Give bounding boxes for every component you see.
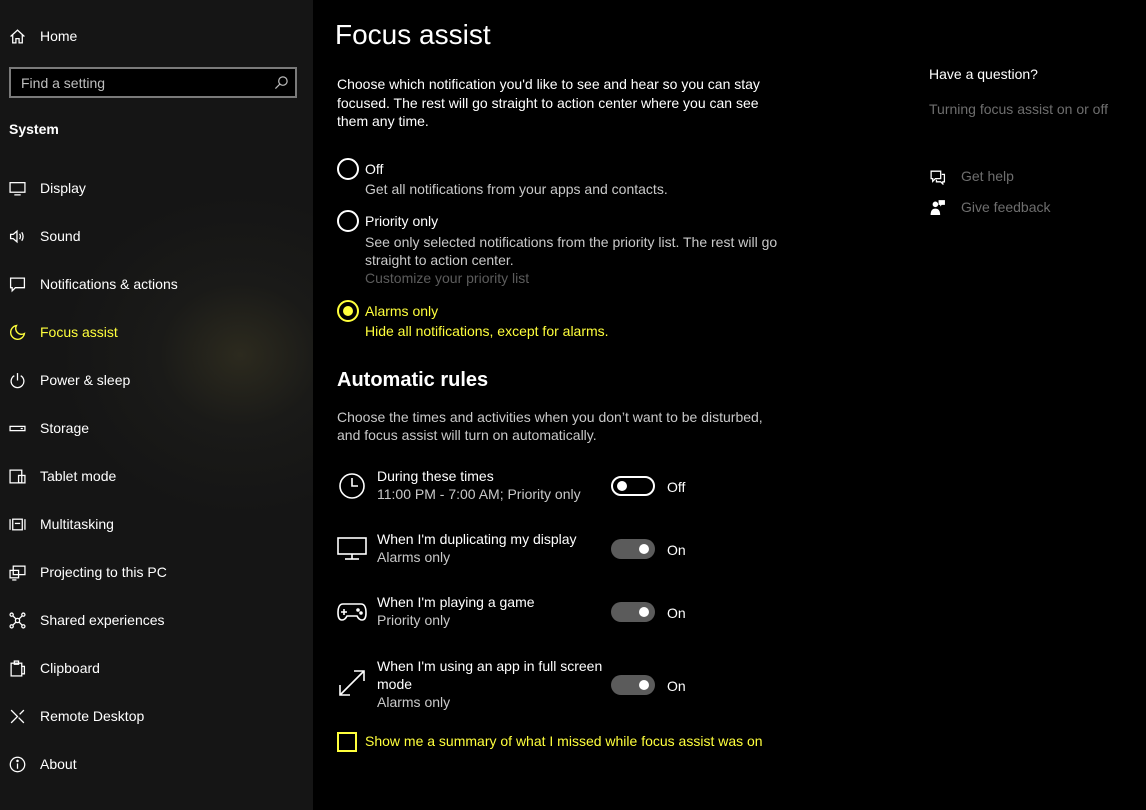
sidebar-item-label: Projecting to this PC (40, 564, 167, 580)
sidebar-item-multitasking[interactable]: Multitasking (0, 504, 313, 544)
rule-times-state: Off (667, 479, 686, 495)
rule-times-toggle[interactable] (611, 476, 655, 496)
sidebar-item-label: Power & sleep (40, 372, 131, 388)
sidebar-item-label: Sound (40, 228, 81, 244)
get-help-link[interactable]: Get help (929, 166, 1014, 186)
page-description: Choose which notification you'd like to … (337, 76, 760, 129)
sidebar-item-label: Notifications & actions (40, 276, 178, 292)
sidebar-item-about[interactable]: About (0, 744, 313, 784)
storage-icon (8, 419, 26, 437)
projecting-icon (8, 563, 26, 581)
sidebar-item-label: Home (40, 28, 78, 44)
page-title: Focus assist (335, 19, 491, 50)
sidebar-item-power-sleep[interactable]: Power & sleep (0, 360, 313, 400)
clipboard-icon (8, 659, 26, 677)
monitor-icon (8, 179, 26, 197)
clock-icon (336, 470, 368, 502)
multitasking-icon (8, 515, 26, 533)
summary-checkbox[interactable] (337, 732, 357, 752)
rule-times-title[interactable]: During these times (377, 467, 494, 485)
tablet-icon (8, 467, 26, 485)
radio-alarms-only[interactable] (337, 300, 359, 322)
rule-duplicating-title[interactable]: When I'm duplicating my display (377, 530, 577, 548)
give-feedback-label: Give feedback (961, 199, 1051, 215)
sidebar-item-projecting[interactable]: Projecting to this PC (0, 552, 313, 592)
sidebar-item-tablet-mode[interactable]: Tablet mode (0, 456, 313, 496)
rule-game-toggle[interactable] (611, 602, 655, 622)
notification-icon (8, 275, 26, 293)
option-off-description: Get all notifications from your apps and… (365, 181, 668, 197)
option-alarms-description: Hide all notifications, except for alarm… (365, 323, 609, 339)
rule-game-title[interactable]: When I'm playing a game (377, 593, 535, 611)
sidebar-item-label: About (40, 756, 77, 772)
search-icon[interactable] (274, 75, 289, 90)
rule-game-state: On (667, 605, 686, 621)
sidebar-item-clipboard[interactable]: Clipboard (0, 648, 313, 688)
sidebar-item-label: Clipboard (40, 660, 100, 676)
sidebar-item-notifications[interactable]: Notifications & actions (0, 264, 313, 304)
info-icon (8, 755, 26, 773)
sidebar: Home System Display Sound Notifications … (0, 0, 313, 810)
gamepad-icon (336, 596, 368, 628)
rule-times-subtitle: 11:00 PM - 7:00 AM; Priority only (377, 486, 581, 502)
sidebar-item-remote-desktop[interactable]: Remote Desktop (0, 696, 313, 736)
section-title: System (9, 121, 59, 137)
option-priority-label[interactable]: Priority only (365, 213, 438, 229)
radio-off[interactable] (337, 158, 359, 180)
sidebar-item-home[interactable]: Home (0, 16, 313, 56)
sidebar-item-sound[interactable]: Sound (0, 216, 313, 256)
chat-help-icon (930, 170, 946, 185)
radio-priority-only[interactable] (337, 210, 359, 232)
rule-fullscreen-toggle[interactable] (611, 675, 655, 695)
option-off-label[interactable]: Off (365, 161, 383, 177)
give-feedback-link[interactable]: Give feedback (929, 197, 1051, 217)
search-box (9, 67, 297, 98)
option-priority-description: See only selected notifications from the… (365, 234, 778, 268)
help-topic-link[interactable]: Turning focus assist on or off (929, 101, 1108, 117)
rule-duplicating-subtitle: Alarms only (377, 549, 451, 565)
monitor-icon (336, 533, 368, 565)
search-input[interactable] (11, 74, 261, 91)
option-alarms-label[interactable]: Alarms only (365, 303, 438, 319)
home-icon (8, 27, 26, 45)
rule-duplicating-toggle[interactable] (611, 539, 655, 559)
sidebar-item-label: Multitasking (40, 516, 114, 532)
sidebar-item-label: Shared experiences (40, 612, 165, 628)
customize-priority-link[interactable]: Customize your priority list (365, 270, 529, 286)
sidebar-item-shared-experiences[interactable]: Shared experiences (0, 600, 313, 640)
sidebar-item-label: Focus assist (40, 324, 118, 340)
summary-checkbox-label[interactable]: Show me a summary of what I missed while… (365, 733, 763, 749)
sidebar-item-label: Tablet mode (40, 468, 117, 484)
remote-desktop-icon (8, 707, 26, 725)
rule-fullscreen-subtitle: Alarms only (377, 694, 451, 710)
power-icon (8, 371, 26, 389)
moon-icon (8, 323, 26, 341)
sidebar-item-focus-assist[interactable]: Focus assist (0, 312, 313, 352)
sidebar-item-label: Display (40, 180, 86, 196)
sidebar-item-storage[interactable]: Storage (0, 408, 313, 448)
sidebar-item-label: Remote Desktop (40, 708, 145, 724)
rule-duplicating-state: On (667, 542, 686, 558)
rule-fullscreen-state: On (667, 678, 686, 694)
help-question-title: Have a question? (929, 66, 1038, 82)
rule-game-subtitle: Priority only (377, 612, 451, 628)
sidebar-item-display[interactable]: Display (0, 168, 313, 208)
shared-icon (8, 611, 26, 629)
rule-fullscreen-title[interactable]: When I'm using an app in full screen mod… (377, 657, 607, 693)
sidebar-item-label: Storage (40, 420, 90, 436)
automatic-rules-description: Choose the times and activities when you… (337, 409, 763, 443)
automatic-rules-title: Automatic rules (337, 369, 489, 391)
get-help-label: Get help (961, 168, 1014, 184)
feedback-icon (930, 199, 945, 215)
fullscreen-icon (336, 667, 368, 699)
speaker-icon (8, 227, 26, 245)
